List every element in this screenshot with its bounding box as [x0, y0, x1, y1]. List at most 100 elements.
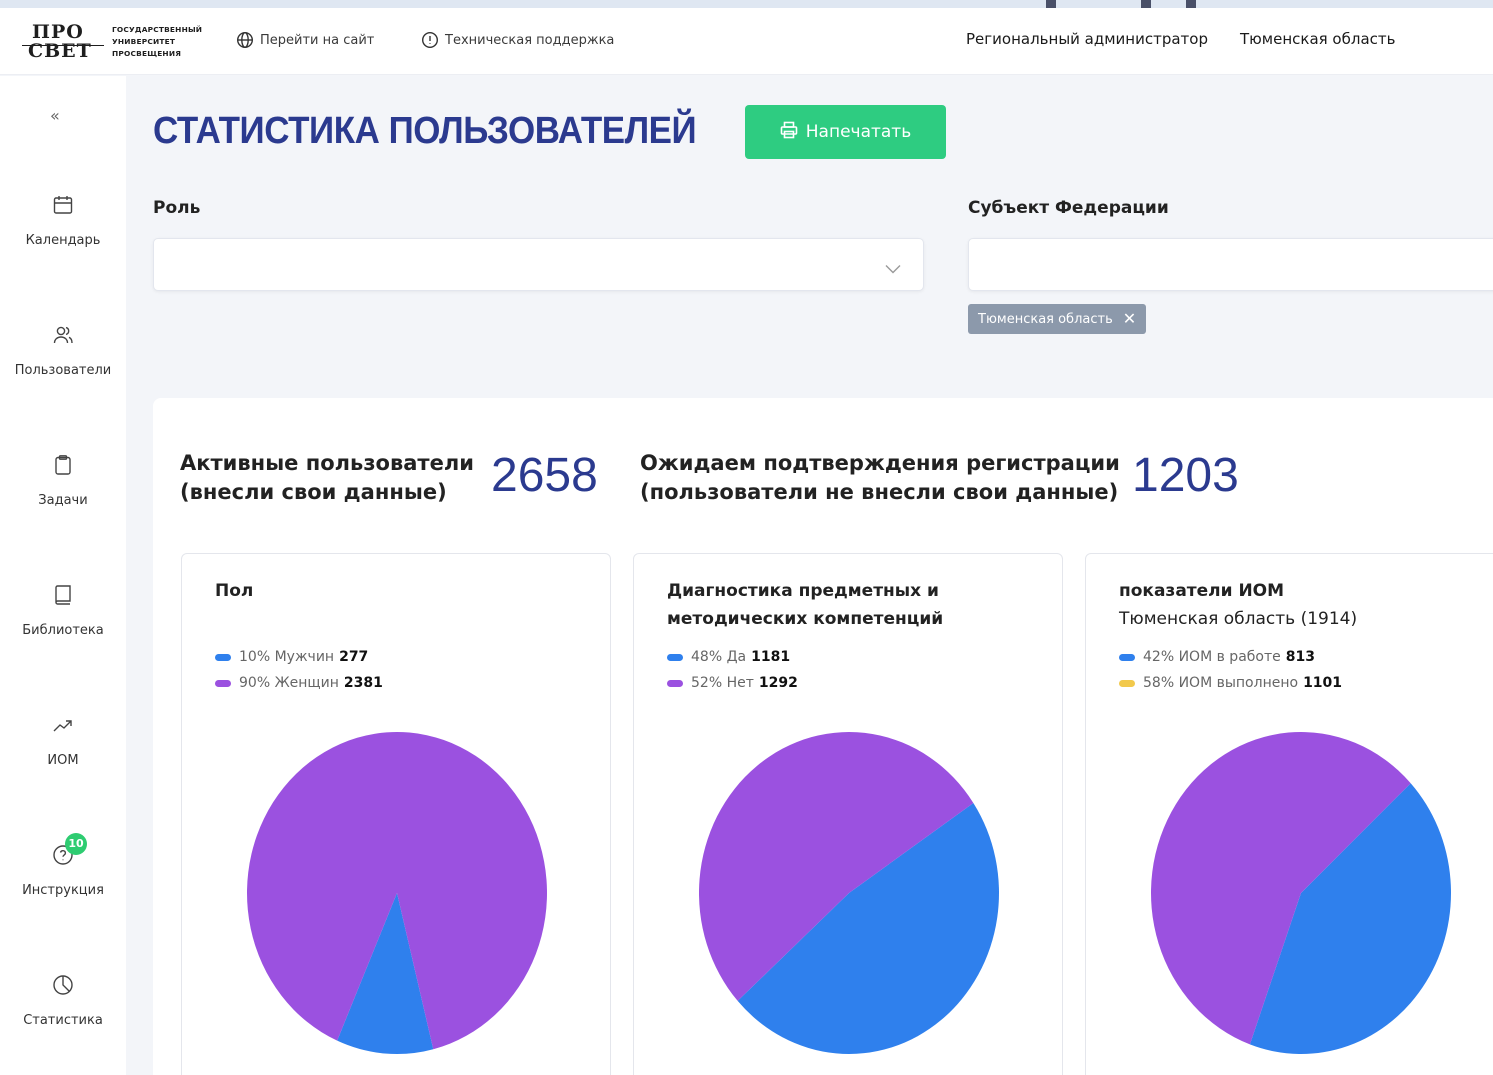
logo-text-line: ПРОСВЕЩЕНИЯ: [112, 49, 182, 58]
alert-circle-icon: [421, 31, 439, 49]
chart-title-text: показатели ИОМ: [1119, 581, 1285, 601]
sidebar: « Календарь Пользователи Задачи Библиоте…: [0, 76, 126, 1075]
sidebar-item-tasks[interactable]: Задачи: [0, 453, 126, 533]
active-users-count: 2658: [491, 449, 598, 502]
subject-filter-label: Субъект Федерации: [968, 198, 1169, 218]
globe-icon: [236, 31, 254, 49]
top-strip: [0, 0, 1493, 8]
go-to-site-label: Перейти на сайт: [260, 32, 375, 48]
legend-swatch: [215, 653, 231, 661]
subject-select[interactable]: [968, 238, 1493, 291]
help-circle-icon: 10: [51, 833, 87, 867]
sidebar-item-instruction[interactable]: 10 Инструкция: [0, 833, 126, 923]
close-icon[interactable]: ✕: [1123, 311, 1136, 327]
gender-chart-card: Пол 10% Мужчин 277 90% Женщин 2381: [181, 553, 611, 1075]
collapse-sidebar-button[interactable]: «: [50, 106, 60, 125]
sidebar-item-label: Статистика: [23, 1013, 103, 1028]
legend-label: ИОМ в работе: [1178, 649, 1281, 665]
legend-item: 10% Мужчин 277: [215, 649, 368, 665]
strip-marker: [1141, 0, 1151, 8]
legend-percent: 90%: [239, 675, 271, 691]
pie-chart: [247, 732, 547, 1054]
legend-value: 2381: [343, 675, 383, 691]
logo-text-line: ГОСУДАРСТВЕННЫЙ: [112, 25, 203, 34]
selected-region-tag: Тюменская область ✕: [968, 304, 1147, 334]
sidebar-item-statistics[interactable]: Статистика: [0, 973, 126, 1053]
legend-item: 52% Нет 1292: [667, 675, 798, 691]
pie-chart-icon: [51, 973, 75, 997]
logo-mark: ПРО СВЕТ: [22, 21, 104, 63]
sidebar-item-label: Библиотека: [22, 623, 104, 638]
legend-value: 1181: [751, 649, 791, 665]
legend-label: Мужчин: [274, 649, 335, 665]
chevron-down-icon: [885, 259, 901, 278]
legend-label: Женщин: [274, 675, 339, 691]
legend-swatch: [1119, 653, 1135, 661]
users-icon: [51, 323, 75, 347]
legend-label: Нет: [726, 675, 754, 691]
chart-subtitle: Тюменская область (1914): [1119, 609, 1358, 629]
role-select[interactable]: [153, 238, 924, 291]
legend-percent: 52%: [691, 675, 723, 691]
legend-item: 42% ИОМ в работе 813: [1119, 649, 1315, 665]
role-filter-label: Роль: [153, 198, 201, 218]
legend-item: 58% ИОМ выполнено 1101: [1119, 675, 1342, 691]
legend-item: 90% Женщин 2381: [215, 675, 383, 691]
pending-users-label: Ожидаем подтверждения регистрации (польз…: [640, 449, 1120, 507]
legend-swatch: [667, 679, 683, 687]
strip-marker: [1046, 0, 1056, 8]
pending-users-count: 1203: [1132, 449, 1239, 502]
app-header: ПРО СВЕТ ГОСУДАРСТВЕННЫЙ УНИВЕРСИТЕТ ПРО…: [0, 8, 1493, 75]
chart-title-text: Диагностика предметных и методических ко…: [667, 581, 944, 629]
sidebar-item-calendar[interactable]: Календарь: [0, 193, 126, 273]
sidebar-item-label: Инструкция: [22, 883, 104, 898]
sidebar-item-iom[interactable]: ИОМ: [0, 713, 126, 793]
legend-value: 277: [339, 649, 369, 665]
clipboard-icon: [51, 453, 75, 477]
active-users-label-line: (внесли свои данные): [180, 480, 447, 504]
iom-chart-card: показатели ИОМ Тюменская область (1914) …: [1085, 553, 1493, 1075]
print-button-label: Напечатать: [805, 122, 912, 142]
user-region[interactable]: Тюменская область: [1240, 30, 1395, 48]
legend-value: 1101: [1303, 675, 1343, 691]
tech-support-label: Техническая поддержка: [445, 32, 615, 48]
active-users-label: Активные пользователи (внесли свои данны…: [180, 449, 474, 507]
logo-text: ГОСУДАРСТВЕННЫЙ УНИВЕРСИТЕТ ПРОСВЕЩЕНИЯ: [112, 24, 202, 60]
book-icon: [51, 583, 75, 607]
legend-percent: 10%: [239, 649, 271, 665]
diagnostics-chart-card: Диагностика предметных и методических ко…: [633, 553, 1063, 1075]
legend-swatch: [667, 653, 683, 661]
active-users-label-line: Активные пользователи: [180, 451, 474, 475]
strip-marker: [1186, 0, 1196, 8]
legend-value: 1292: [758, 675, 798, 691]
sidebar-item-library[interactable]: Библиотека: [0, 583, 126, 663]
logo-mark-line2: СВЕТ: [28, 40, 92, 62]
legend-item: 48% Да 1181: [667, 649, 790, 665]
user-role[interactable]: Региональный администратор: [966, 30, 1208, 48]
legend-label: Да: [726, 649, 747, 665]
print-button[interactable]: Напечатать: [745, 105, 946, 159]
pie-chart: [1151, 732, 1452, 1054]
calendar-icon: [51, 193, 75, 217]
legend-percent: 48%: [691, 649, 723, 665]
sidebar-item-label: Календарь: [25, 233, 101, 248]
chart-title: Диагностика предметных и методических ко…: [667, 577, 1027, 633]
sidebar-item-label: ИОМ: [47, 753, 79, 768]
selected-region-tag-label: Тюменская область: [978, 311, 1113, 327]
sidebar-item-users[interactable]: Пользователи: [0, 323, 126, 403]
legend-swatch: [215, 679, 231, 687]
tech-support-link[interactable]: Техническая поддержка: [421, 31, 614, 49]
trending-up-icon: [51, 713, 75, 737]
go-to-site-link[interactable]: Перейти на сайт: [236, 31, 374, 49]
logo[interactable]: ПРО СВЕТ ГОСУДАРСТВЕННЫЙ УНИВЕРСИТЕТ ПРО…: [22, 20, 202, 64]
chart-title-text: Пол: [215, 581, 254, 601]
pie-chart: [698, 732, 999, 1054]
legend-value: 813: [1285, 649, 1315, 665]
page-title: СТАТИСТИКА ПОЛЬЗОВАТЕЛЕЙ: [153, 110, 697, 152]
legend-label: ИОМ выполнено: [1178, 675, 1299, 691]
legend-percent: 58%: [1143, 675, 1175, 691]
printer-icon: [780, 121, 798, 144]
pending-users-label-line: Ожидаем подтверждения регистрации: [640, 451, 1120, 475]
legend-swatch: [1119, 679, 1135, 687]
chart-title: показатели ИОМ Тюменская область (1914): [1119, 577, 1479, 633]
